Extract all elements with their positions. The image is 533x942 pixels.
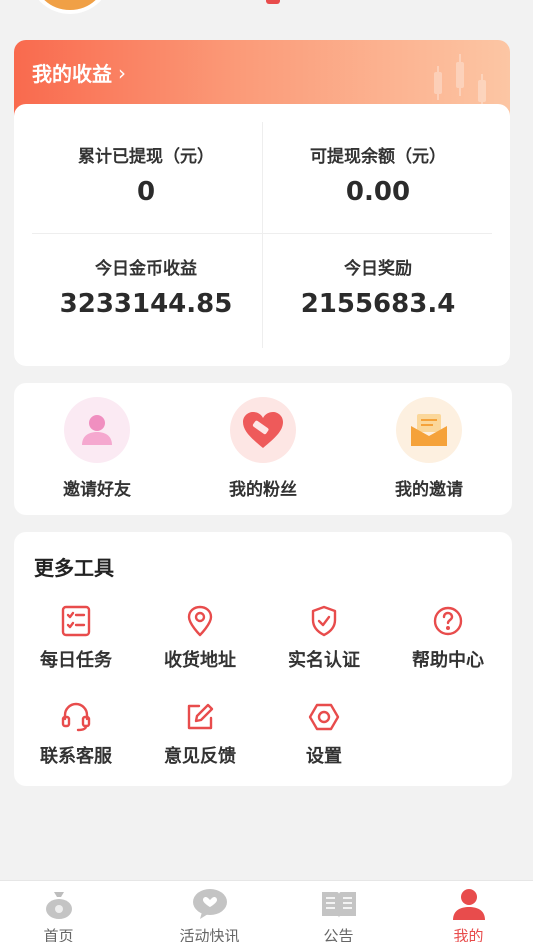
divider-horizontal: [32, 233, 492, 234]
tool-feedback-label: 意见反馈: [164, 746, 236, 767]
invite-friends-button[interactable]: 邀请好友: [14, 397, 180, 500]
more-tools-card: 更多工具 每日任务 收货地址 实名认证 帮助中心 联系客服 意见反馈 设置: [14, 532, 512, 786]
nav-mine-label: 我的: [453, 927, 484, 942]
tool-verification-label: 实名认证: [288, 650, 360, 671]
earnings-body: 累计已提现（元） 0 可提现余额（元） 0.00 今日金币收益 3233144.…: [14, 104, 510, 366]
more-tools-heading: 更多工具: [34, 556, 114, 580]
stat-balance-value: 0.00: [345, 177, 411, 207]
top-indicator: [266, 0, 280, 4]
checklist-icon: [14, 604, 138, 638]
chevron-right-icon: ›: [118, 60, 126, 85]
money-bag-icon: [0, 887, 125, 921]
tool-customer-service[interactable]: 联系客服: [14, 700, 138, 768]
tool-help-center-label: 帮助中心: [412, 650, 484, 671]
top-area: [0, 0, 533, 40]
tool-daily-tasks[interactable]: 每日任务: [14, 604, 138, 672]
nav-news[interactable]: 活动快讯: [143, 887, 276, 942]
stat-today-coins: 今日金币收益 3233144.85: [30, 254, 262, 319]
my-invites-button[interactable]: 我的邀请: [346, 397, 512, 500]
location-pin-icon: [138, 604, 262, 638]
tool-help-center[interactable]: 帮助中心: [386, 604, 510, 672]
shield-check-icon: [262, 604, 386, 638]
headset-icon: [14, 700, 138, 734]
question-icon: [386, 604, 510, 638]
envelope-icon: [396, 397, 462, 463]
nav-mine[interactable]: 我的: [402, 887, 533, 942]
user-icon: [402, 887, 533, 921]
my-invites-label: 我的邀请: [395, 480, 463, 500]
tool-feedback[interactable]: 意见反馈: [138, 700, 262, 768]
earnings-title[interactable]: 我的收益 ›: [32, 58, 126, 87]
stat-balance-label: 可提现余额（元）: [310, 147, 446, 167]
stat-today-coins-value: 3233144.85: [59, 289, 233, 319]
bottom-nav: 首页 活动快讯 公告 我的: [0, 880, 533, 942]
book-icon: [272, 887, 405, 921]
stat-today-reward: 今日奖励 2155683.4: [262, 254, 494, 319]
tool-settings-label: 设置: [306, 746, 342, 767]
stat-withdrawn-label: 累计已提现（元）: [78, 147, 214, 167]
stat-today-coins-label: 今日金币收益: [95, 259, 197, 279]
heart-icon: [230, 397, 296, 463]
earnings-title-text: 我的收益: [32, 62, 112, 86]
chat-bubble-icon: [143, 887, 276, 921]
tool-address[interactable]: 收货地址: [138, 604, 262, 672]
tool-customer-service-label: 联系客服: [40, 746, 112, 767]
my-fans-button[interactable]: 我的粉丝: [180, 397, 346, 500]
my-fans-label: 我的粉丝: [229, 480, 297, 500]
tool-settings[interactable]: 设置: [262, 700, 386, 768]
edit-icon: [138, 700, 262, 734]
tool-address-label: 收货地址: [164, 650, 236, 671]
settings-hexagon-icon: [262, 700, 386, 734]
nav-home-label: 首页: [43, 927, 74, 942]
stat-today-reward-value: 2155683.4: [300, 289, 456, 319]
stat-today-reward-label: 今日奖励: [344, 259, 412, 279]
candlestick-decoration-icon: [434, 54, 486, 108]
stat-withdrawn: 累计已提现（元） 0: [30, 142, 262, 207]
nav-notice-label: 公告: [323, 927, 354, 942]
nav-news-label: 活动快讯: [179, 927, 240, 942]
earnings-card: 我的收益 › 累计已提现（元） 0 可提现余额（元） 0.00 今日金币收益 3…: [14, 40, 510, 366]
stat-withdrawn-value: 0: [136, 177, 156, 207]
quick-actions: 邀请好友 我的粉丝 我的邀请: [14, 383, 512, 515]
user-icon: [64, 397, 130, 463]
stat-balance: 可提现余额（元） 0.00: [262, 142, 494, 207]
tool-verification[interactable]: 实名认证: [262, 604, 386, 672]
tool-daily-tasks-label: 每日任务: [40, 650, 112, 671]
nav-notice[interactable]: 公告: [272, 887, 405, 942]
invite-friends-label: 邀请好友: [63, 480, 131, 500]
avatar[interactable]: [28, 0, 112, 14]
nav-home[interactable]: 首页: [0, 887, 125, 942]
